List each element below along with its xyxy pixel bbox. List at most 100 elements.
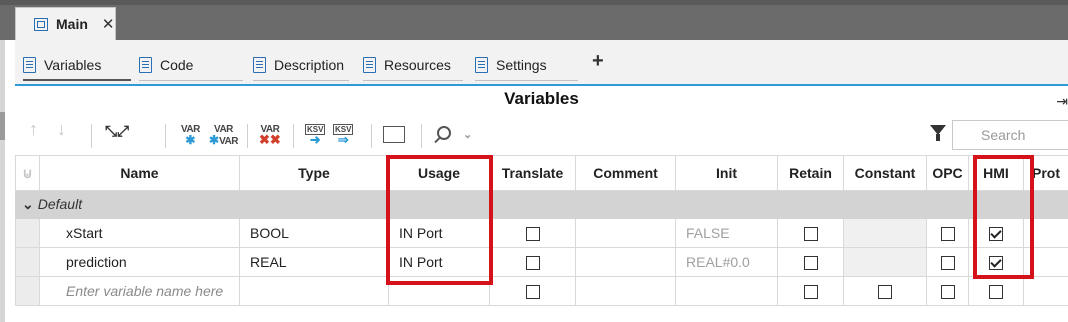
col-translate[interactable]: Translate [489,155,576,191]
cell-retain[interactable] [777,218,844,248]
resources-network-icon [363,57,376,73]
cell-init[interactable]: FALSE [675,218,778,248]
opc-checkbox[interactable] [940,256,955,271]
cell-comment[interactable] [575,218,676,248]
col-init[interactable]: Init [675,155,778,191]
delete-variable-button[interactable]: VAR ✖✖ [259,124,281,147]
sort-reset-icon[interactable]: ⊍ [22,165,32,181]
tab-main[interactable]: Main ✕ [15,7,116,40]
collapse-all-icon[interactable]: ⤡⤢ [105,124,129,139]
cell-opc[interactable] [926,218,969,248]
translate-checkbox[interactable] [525,227,540,242]
col-hmi[interactable]: HMI [968,155,1024,191]
cell-type[interactable] [239,276,389,306]
cell-prot[interactable] [1023,247,1068,277]
left-edge-handle[interactable] [0,112,5,140]
col-usage[interactable]: Usage [388,155,490,191]
col-opc[interactable]: OPC [926,155,969,191]
translate-checkbox[interactable] [525,285,540,300]
tab-code[interactable]: Code [139,52,243,81]
cell-opc[interactable] [926,247,969,277]
tab-resources[interactable]: Resources [363,52,463,81]
cell-prot[interactable] [1023,218,1068,248]
cell-comment[interactable] [575,247,676,277]
export-arrow-icon: ⇒ [337,132,349,147]
cell-usage[interactable]: IN Port [388,247,490,277]
cell-init[interactable]: REAL#0.0 [675,247,778,277]
tab-underline [253,80,349,81]
col-name[interactable]: Name [39,155,240,191]
add-variable-after-button[interactable]: VAR ✱VAR [209,124,238,147]
new-variable-row[interactable]: Enter variable name here [15,276,1068,306]
translate-checkbox[interactable] [525,256,540,271]
group-header[interactable]: ⌄ Default [15,190,1068,219]
row-gutter[interactable] [15,218,40,248]
col-retain[interactable]: Retain [777,155,844,191]
tab-underline [363,80,463,81]
cell-name[interactable]: prediction [39,247,240,277]
search-input[interactable] [952,120,1068,150]
retain-checkbox[interactable] [803,227,818,242]
move-down-icon[interactable]: ↓ [57,120,66,138]
tab-variables[interactable]: Variables [23,52,131,81]
cell-hmi[interactable] [968,247,1024,277]
col-comment[interactable]: Comment [575,155,676,191]
row-gutter[interactable] [15,247,40,277]
col-prot[interactable]: Prot [1023,155,1068,191]
panel-title: Variables [504,89,579,108]
add-variable-button[interactable]: VAR ✱ [181,124,200,147]
cell-name[interactable]: xStart [39,218,240,248]
chevron-down-icon[interactable]: ⌄ [22,196,34,212]
tab-resources-label: Resources [384,57,451,73]
cell-comment[interactable] [575,276,676,306]
table-row[interactable]: xStart BOOL IN Port FALSE [15,218,1068,248]
cell-translate[interactable] [489,247,576,277]
cell-translate[interactable] [489,218,576,248]
col-constant[interactable]: Constant [843,155,927,191]
column-chooser-icon[interactable] [383,126,405,143]
constant-checkbox[interactable] [878,285,892,300]
chevron-down-icon[interactable]: ⌄ [463,130,472,141]
toolbar-separator [371,124,372,148]
hmi-checkbox[interactable] [989,256,1003,271]
cell-constant [843,218,927,248]
cell-hmi[interactable] [968,218,1024,248]
hmi-checkbox[interactable] [989,285,1003,300]
col-type[interactable]: Type [239,155,389,191]
opc-checkbox[interactable] [940,285,955,300]
tab-underline [139,80,243,81]
cell-opc[interactable] [926,276,969,306]
cell-init[interactable] [675,276,778,306]
cell-type[interactable]: BOOL [239,218,389,248]
add-tab-button[interactable]: + [592,50,604,73]
opc-checkbox[interactable] [940,227,955,242]
group-row-default[interactable]: ⌄ Default [15,190,1068,219]
close-icon[interactable]: ✕ [102,15,115,33]
new-variable-name-input[interactable]: Enter variable name here [39,276,240,306]
cell-type[interactable]: REAL [239,247,389,277]
toolbar-separator [165,124,166,148]
tab-settings[interactable]: Settings [475,52,578,81]
hmi-checkbox[interactable] [989,227,1003,242]
cell-usage[interactable] [388,276,490,306]
import-ksv-button[interactable]: KSV ➜ [305,124,326,146]
row-gutter[interactable] [15,276,40,306]
tab-description[interactable]: Description [253,52,349,81]
cell-retain[interactable] [777,276,844,306]
export-ksv-button[interactable]: KSV ⇒ [333,124,354,147]
cell-hmi[interactable] [968,276,1024,306]
cell-translate[interactable] [489,276,576,306]
pin-icon[interactable]: ⇥ [1056,93,1068,110]
search-toggle-icon[interactable] [437,126,451,140]
cell-constant[interactable] [843,276,927,306]
toolbar-separator [293,124,294,148]
retain-checkbox[interactable] [803,256,818,271]
move-up-icon[interactable]: ↑ [29,120,38,138]
cell-retain[interactable] [777,247,844,277]
row-header-cell[interactable]: ⊍ [15,155,40,191]
retain-checkbox[interactable] [803,285,818,300]
table-row[interactable]: prediction REAL IN Port REAL#0.0 [15,247,1068,277]
tab-description-label: Description [274,57,345,73]
cell-usage[interactable]: IN Port [388,218,490,248]
cell-prot[interactable] [1023,276,1068,306]
